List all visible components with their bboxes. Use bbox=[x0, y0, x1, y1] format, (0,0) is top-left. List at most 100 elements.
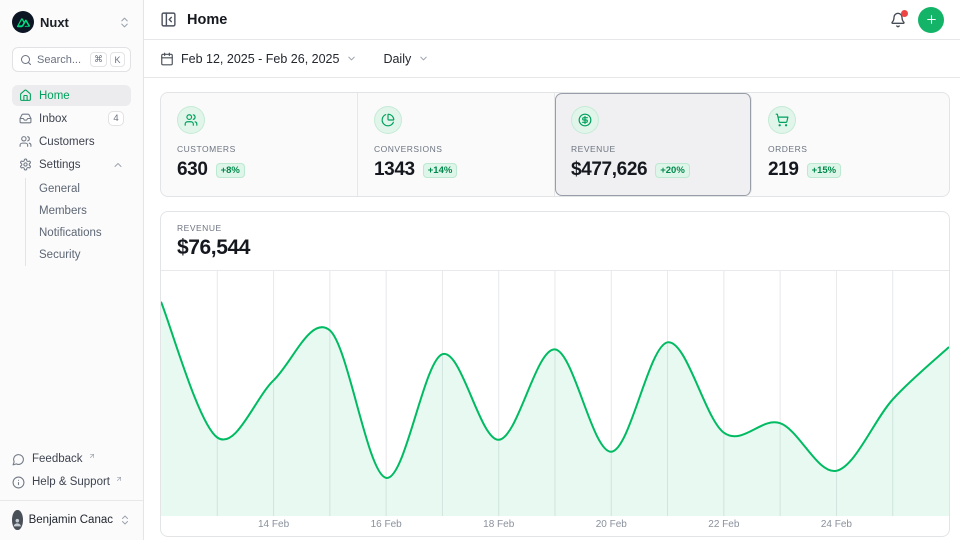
sidebar-subitem-notifications[interactable]: Notifications bbox=[39, 222, 131, 244]
sidebar-subitem-general[interactable]: General bbox=[39, 178, 131, 200]
sidebar-item-feedback[interactable]: Feedback bbox=[12, 449, 131, 469]
stat-delta-badge: +8% bbox=[216, 163, 245, 178]
sidebar-subitem-label: Notifications bbox=[39, 227, 102, 239]
arrow-up-right-icon bbox=[88, 452, 96, 460]
header: Home bbox=[144, 0, 960, 40]
stat-delta-badge: +15% bbox=[807, 163, 842, 178]
notifications-button[interactable] bbox=[890, 12, 906, 28]
sidebar-subitem-label: Members bbox=[39, 205, 87, 217]
sidebar-subitem-members[interactable]: Members bbox=[39, 200, 131, 222]
stat-value: 630 bbox=[177, 159, 208, 181]
cart-icon bbox=[775, 113, 789, 127]
collapse-sidebar-icon[interactable] bbox=[160, 11, 177, 28]
sidebar-item-help-support[interactable]: Help & Support bbox=[12, 472, 131, 492]
home-icon bbox=[19, 89, 32, 102]
x-tick-label: 22 Feb bbox=[708, 519, 739, 530]
user-name: Benjamin Canac bbox=[29, 514, 113, 526]
info-icon bbox=[12, 476, 25, 489]
stat-card-conversions[interactable]: CONVERSIONS 1343 +14% bbox=[358, 93, 555, 196]
search-icon bbox=[20, 54, 32, 66]
chevron-down-icon bbox=[418, 53, 429, 64]
sidebar: Nuxt Search... ⌘ K Home Inbox 4 Customers Se… bbox=[0, 0, 144, 540]
kbd-k: K bbox=[110, 52, 125, 67]
sidebar-item-label: Customers bbox=[39, 136, 95, 148]
page-title: Home bbox=[187, 12, 227, 28]
period-select[interactable]: Daily bbox=[383, 52, 429, 66]
sidebar-item-customers[interactable]: Customers bbox=[12, 131, 131, 152]
stats-row: CUSTOMERS 630 +8% CONVERSIONS 1343 +14% REVENU… bbox=[160, 92, 950, 197]
revenue-chart-card: REVENUE $76,544 14 Feb 16 Feb 18 Feb 20 Feb… bbox=[160, 211, 950, 537]
x-tick-label: 20 Feb bbox=[596, 519, 627, 530]
stat-value: $477,626 bbox=[571, 159, 647, 181]
stat-card-orders[interactable]: ORDERS 219 +15% bbox=[752, 93, 949, 196]
inbox-count-badge: 4 bbox=[108, 111, 124, 126]
revenue-area-chart[interactable] bbox=[161, 271, 949, 516]
chart-header: REVENUE $76,544 bbox=[161, 212, 949, 271]
sidebar-item-label: Inbox bbox=[39, 113, 67, 125]
sidebar-subitem-label: Security bbox=[39, 249, 81, 261]
period-value: Daily bbox=[383, 52, 411, 66]
x-tick-label: 16 Feb bbox=[371, 519, 402, 530]
kbd-cmd: ⌘ bbox=[90, 52, 107, 67]
stat-label: CONVERSIONS bbox=[374, 144, 538, 154]
settings-submenu: General Members Notifications Security bbox=[25, 178, 131, 266]
users-icon bbox=[19, 135, 32, 148]
stat-label: REVENUE bbox=[571, 144, 735, 154]
dollar-circle-icon bbox=[578, 113, 592, 127]
sidebar-item-settings[interactable]: Settings bbox=[12, 154, 131, 175]
chevron-up-icon bbox=[112, 159, 124, 171]
chart-value: $76,544 bbox=[177, 236, 933, 260]
sidebar-item-label: Settings bbox=[39, 159, 81, 171]
stat-label: CUSTOMERS bbox=[177, 144, 341, 154]
gear-icon bbox=[19, 158, 32, 171]
message-icon bbox=[12, 453, 25, 466]
users-icon bbox=[184, 113, 198, 127]
stat-card-customers[interactable]: CUSTOMERS 630 +8% bbox=[161, 93, 358, 196]
sidebar-footer: Feedback Help & Support bbox=[12, 449, 131, 492]
avatar bbox=[12, 510, 23, 530]
sidebar-item-label: Home bbox=[39, 90, 70, 102]
workspace-name: Nuxt bbox=[40, 15, 69, 30]
arrow-up-right-icon bbox=[115, 475, 123, 483]
main-area: Home Feb 12, 2025 - Feb 26, 2025 Daily C… bbox=[144, 0, 960, 540]
stat-value: 1343 bbox=[374, 159, 415, 181]
x-tick-label: 18 Feb bbox=[483, 519, 514, 530]
dashboard-content: CUSTOMERS 630 +8% CONVERSIONS 1343 +14% REVENU… bbox=[144, 78, 960, 537]
inbox-icon bbox=[19, 112, 32, 125]
header-actions bbox=[890, 7, 944, 33]
calendar-icon bbox=[160, 52, 174, 66]
sidebar-item-label: Feedback bbox=[32, 453, 83, 465]
search-placeholder: Search... bbox=[37, 54, 81, 66]
stat-value: 219 bbox=[768, 159, 799, 181]
sidebar-item-inbox[interactable]: Inbox 4 bbox=[12, 108, 131, 129]
chevrons-up-down-icon bbox=[118, 16, 131, 29]
nuxt-logo-icon bbox=[12, 11, 34, 33]
chevrons-up-down-icon bbox=[119, 514, 131, 526]
stat-label: ORDERS bbox=[768, 144, 933, 154]
chart-x-axis: 14 Feb 16 Feb 18 Feb 20 Feb 22 Feb 24 Feb bbox=[161, 516, 949, 536]
new-item-button[interactable] bbox=[918, 7, 944, 33]
unread-dot bbox=[901, 10, 908, 17]
sidebar-nav: Home Inbox 4 Customers Settings General Member… bbox=[12, 85, 131, 266]
date-range-value: Feb 12, 2025 - Feb 26, 2025 bbox=[181, 52, 339, 66]
search-input[interactable]: Search... ⌘ K bbox=[12, 47, 131, 72]
sidebar-item-home[interactable]: Home bbox=[12, 85, 131, 106]
sidebar-subitem-label: General bbox=[39, 183, 80, 195]
sidebar-spacer bbox=[12, 266, 131, 449]
stat-delta-badge: +20% bbox=[655, 163, 690, 178]
filters-toolbar: Feb 12, 2025 - Feb 26, 2025 Daily bbox=[144, 40, 960, 78]
user-menu[interactable]: Benjamin Canac bbox=[12, 501, 131, 530]
pie-chart-icon bbox=[381, 113, 395, 127]
stat-card-revenue[interactable]: REVENUE $477,626 +20% bbox=[555, 93, 752, 196]
workspace-selector[interactable]: Nuxt bbox=[12, 10, 131, 34]
sidebar-subitem-security[interactable]: Security bbox=[39, 244, 131, 266]
date-range-picker[interactable]: Feb 12, 2025 - Feb 26, 2025 bbox=[160, 52, 357, 66]
sidebar-item-label: Help & Support bbox=[32, 476, 110, 488]
plus-icon bbox=[925, 13, 938, 26]
chart-title: REVENUE bbox=[177, 223, 933, 233]
search-shortcut: ⌘ K bbox=[90, 52, 125, 67]
chevron-down-icon bbox=[346, 53, 357, 64]
stat-delta-badge: +14% bbox=[423, 163, 458, 178]
x-tick-label: 14 Feb bbox=[258, 519, 289, 530]
x-tick-label: 24 Feb bbox=[821, 519, 852, 530]
